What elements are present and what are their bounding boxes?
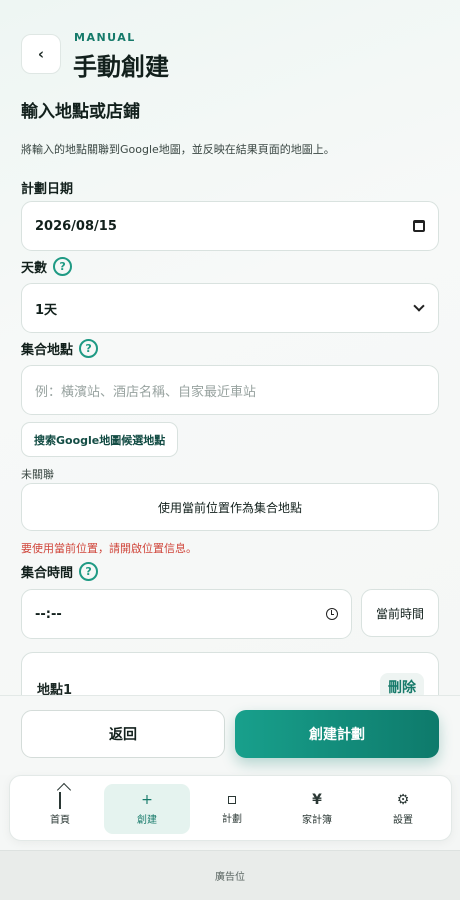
manual-create-page: ‹ MANUAL 手動創建 輸入地點或店鋪 將輸入的地點關聯到Google地圖，… <box>0 0 460 900</box>
current-time-button[interactable]: 當前時間 <box>361 589 439 637</box>
chevron-down-icon <box>413 300 425 312</box>
plus-icon: + <box>141 792 153 808</box>
plan-date-input[interactable]: 2026/08/15 <box>21 201 439 251</box>
page-title: 手動創建 <box>73 53 169 81</box>
days-label: 天數 ? <box>21 257 73 276</box>
use-current-location-button[interactable]: 使用當前位置作為集合地點 <box>21 483 439 531</box>
plan-date-value: 2026/08/15 <box>35 218 117 234</box>
tab-budget[interactable]: ¥ 家計簿 <box>274 784 360 834</box>
meeting-place-input[interactable]: 例：橫濱站、酒店名稱、自家最近車站 <box>21 365 439 415</box>
days-select[interactable]: 1天 <box>21 283 439 333</box>
meeting-place-label: 集合地點 ? <box>21 339 99 358</box>
meeting-place-label-text: 集合地點 <box>21 343 74 358</box>
yen-icon: ¥ <box>312 792 322 808</box>
square-icon <box>228 793 236 807</box>
meeting-time-label: 集合時間 ? <box>21 562 99 581</box>
meeting-time-label-text: 集合時間 <box>21 566 74 581</box>
tab-plans[interactable]: 計劃 <box>189 784 275 834</box>
home-icon <box>59 792 61 809</box>
action-bar: 返回 創建計劃 <box>0 695 460 775</box>
tab-label: 計劃 <box>222 814 242 825</box>
calendar-icon[interactable] <box>413 220 425 232</box>
plan-date-label-text: 計劃日期 <box>21 182 74 197</box>
google-search-button[interactable]: 搜索Google地圖候選地點 <box>21 422 179 457</box>
tab-label: 首頁 <box>50 815 70 826</box>
clock-icon[interactable] <box>326 608 338 620</box>
tab-create[interactable]: + 創建 <box>104 784 190 834</box>
tab-home[interactable]: 首頁 <box>17 784 103 834</box>
back-button[interactable]: ‹ <box>21 34 61 74</box>
bottom-tab-bar: 首頁 + 創建 計劃 ¥ 家計簿 ⚙ 設置 <box>9 775 452 841</box>
help-icon[interactable]: ? <box>79 339 99 358</box>
tab-label: 家計簿 <box>302 815 332 826</box>
section-title: 輸入地點或店鋪 <box>21 102 140 122</box>
meeting-time-value: --:-- <box>35 606 62 622</box>
days-label-text: 天數 <box>21 261 48 276</box>
location-error-message: 要使用當前位置，請開啟位置信息。 <box>21 542 197 555</box>
tab-label: 創建 <box>137 815 157 826</box>
plan-date-label: 計劃日期 <box>21 178 73 197</box>
return-button[interactable]: 返回 <box>21 710 225 758</box>
days-selected-value: 1天 <box>35 302 58 318</box>
meeting-time-input[interactable]: --:-- <box>21 589 352 639</box>
gear-icon: ⚙ <box>396 792 410 808</box>
help-icon[interactable]: ? <box>79 562 99 581</box>
tab-label: 設置 <box>393 815 413 826</box>
create-plan-button[interactable]: 創建計劃 <box>235 710 439 758</box>
help-icon[interactable]: ? <box>53 257 73 276</box>
chevron-left-icon: ‹ <box>37 45 45 63</box>
meeting-place-placeholder: 例：橫濱站、酒店名稱、自家最近車站 <box>35 384 257 400</box>
tab-settings[interactable]: ⚙ 設置 <box>360 784 446 834</box>
section-description: 將輸入的地點關聯到Google地圖，並反映在結果頁面的地圖上。 <box>21 143 335 156</box>
ad-banner: 廣告位 <box>0 850 460 900</box>
link-status: 未關聯 <box>21 468 54 481</box>
page-eyebrow: MANUAL <box>74 31 136 44</box>
